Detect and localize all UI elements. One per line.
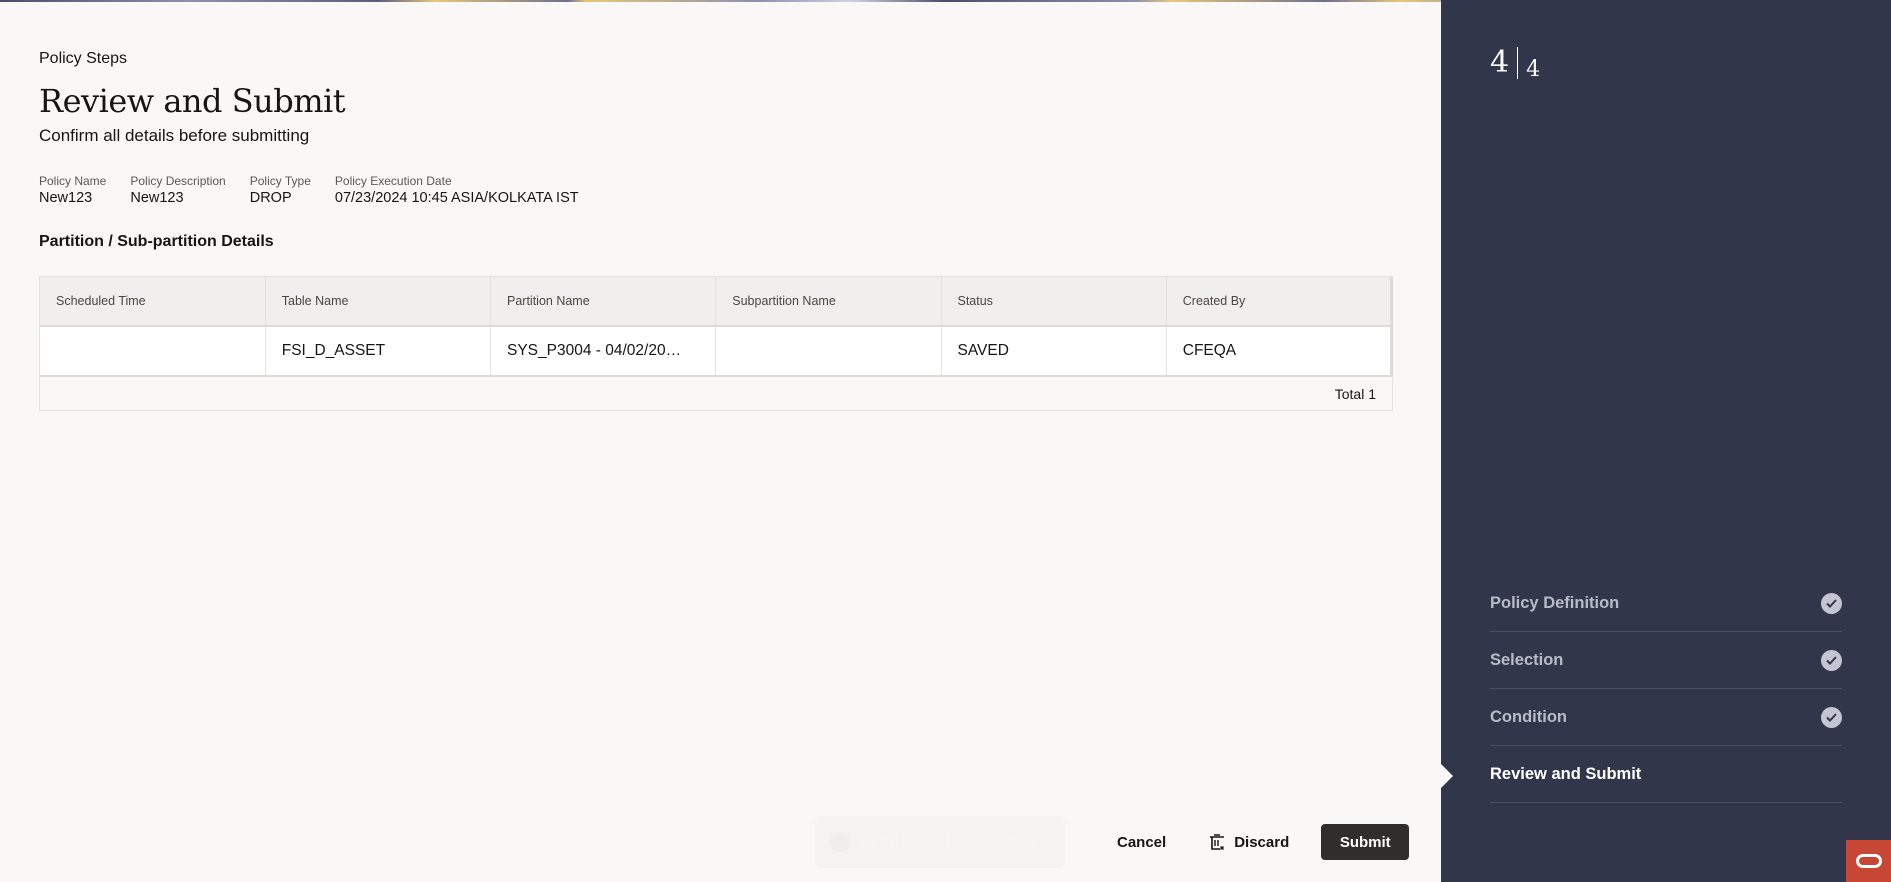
summary-value: 07/23/2024 10:45 ASIA/KOLKATA IST [334,190,579,206]
submit-button[interactable]: Submit [1321,824,1410,860]
page-eyebrow: Policy Steps [39,50,128,67]
check-circle-icon [1821,649,1842,671]
steps-sidebar: 4 4 Policy Definition Selection Conditio… [1441,0,1891,882]
check-circle-icon [1821,592,1842,614]
check-circle-icon [830,832,850,852]
policy-summary: Policy Name New123 Policy Description Ne… [39,173,579,207]
cell-table-name: FSI_D_ASSET [265,326,492,377]
page-title: Review and Submit [39,82,346,120]
column-header-scheduled-time[interactable]: Scheduled Time [40,277,266,327]
step-counter-divider [1517,47,1519,79]
summary-policy-execution-date: Policy Execution Date 07/23/2024 10:45 A… [335,173,579,207]
current-step-number: 4 [1490,45,1510,80]
oracle-logo-icon [1855,854,1882,868]
cell-created-by: CFEQA [1166,326,1394,377]
step-label: Selection [1490,650,1564,669]
column-header-subpartition-name[interactable]: Subpartition Name [715,277,942,327]
summary-policy-name: Policy Name New123 [39,173,106,207]
step-label: Condition [1490,707,1567,726]
step-label: Review and Submit [1490,764,1642,783]
cell-status: SAVED [941,326,1167,377]
table-footer-total: Total 1 [1334,385,1376,402]
column-header-partition-name[interactable]: Partition Name [490,277,717,327]
main-content: Policy Steps Review and Submit Confirm a… [0,0,1441,882]
trash-icon [1210,834,1225,850]
step-counter: 4 4 [1490,43,1540,83]
partition-table: Scheduled Time Table Name Partition Name… [39,276,1394,411]
total-steps-number: 4 [1526,57,1541,82]
check-circle-icon [1821,706,1842,728]
oracle-logo-button[interactable] [1846,840,1891,882]
step-review-and-submit[interactable]: Review and Submit [1490,746,1842,803]
discard-button[interactable]: Discard [1196,824,1301,860]
step-label: Policy Definition [1490,593,1620,612]
summary-label: Policy Description [130,174,226,188]
summary-policy-description: Policy Description New123 [130,173,225,207]
cell-partition-name: SYS_P3004 - 04/02/20… [490,326,717,377]
summary-value: New123 [39,190,93,206]
toast-message: Details saved successfully [860,833,1036,851]
page-subtitle: Confirm all details before submitting [39,126,310,145]
column-header-table-name[interactable]: Table Name [265,277,492,327]
section-title: Partition / Sub-partition Details [39,233,274,250]
step-policy-definition[interactable]: Policy Definition [1490,575,1842,632]
steps-list: Policy Definition Selection Condition Re… [1490,575,1842,803]
cell-scheduled-time [40,326,266,377]
summary-value: DROP [249,190,292,206]
summary-label: Policy Type [249,174,311,188]
success-toast: Details saved successfully [815,816,1065,868]
summary-policy-type: Policy Type DROP [250,173,311,207]
summary-label: Policy Name [39,174,107,188]
table-header-row: Scheduled Time Table Name Partition Name… [40,277,1394,327]
table-row[interactable]: FSI_D_ASSET SYS_P3004 - 04/02/20… SAVED … [40,326,1394,377]
active-step-pointer [1441,764,1453,788]
action-bar: Cancel Discard Submit [1090,824,1410,860]
summary-label: Policy Execution Date [334,174,452,188]
discard-label: Discard [1234,833,1290,851]
step-selection[interactable]: Selection [1490,632,1842,689]
column-header-created-by[interactable]: Created By [1166,277,1394,327]
step-condition[interactable]: Condition [1490,689,1842,746]
cancel-button[interactable]: Cancel [1105,824,1178,860]
cell-subpartition-name [715,326,942,377]
column-header-status[interactable]: Status [941,277,1167,327]
summary-value: New123 [130,190,184,206]
